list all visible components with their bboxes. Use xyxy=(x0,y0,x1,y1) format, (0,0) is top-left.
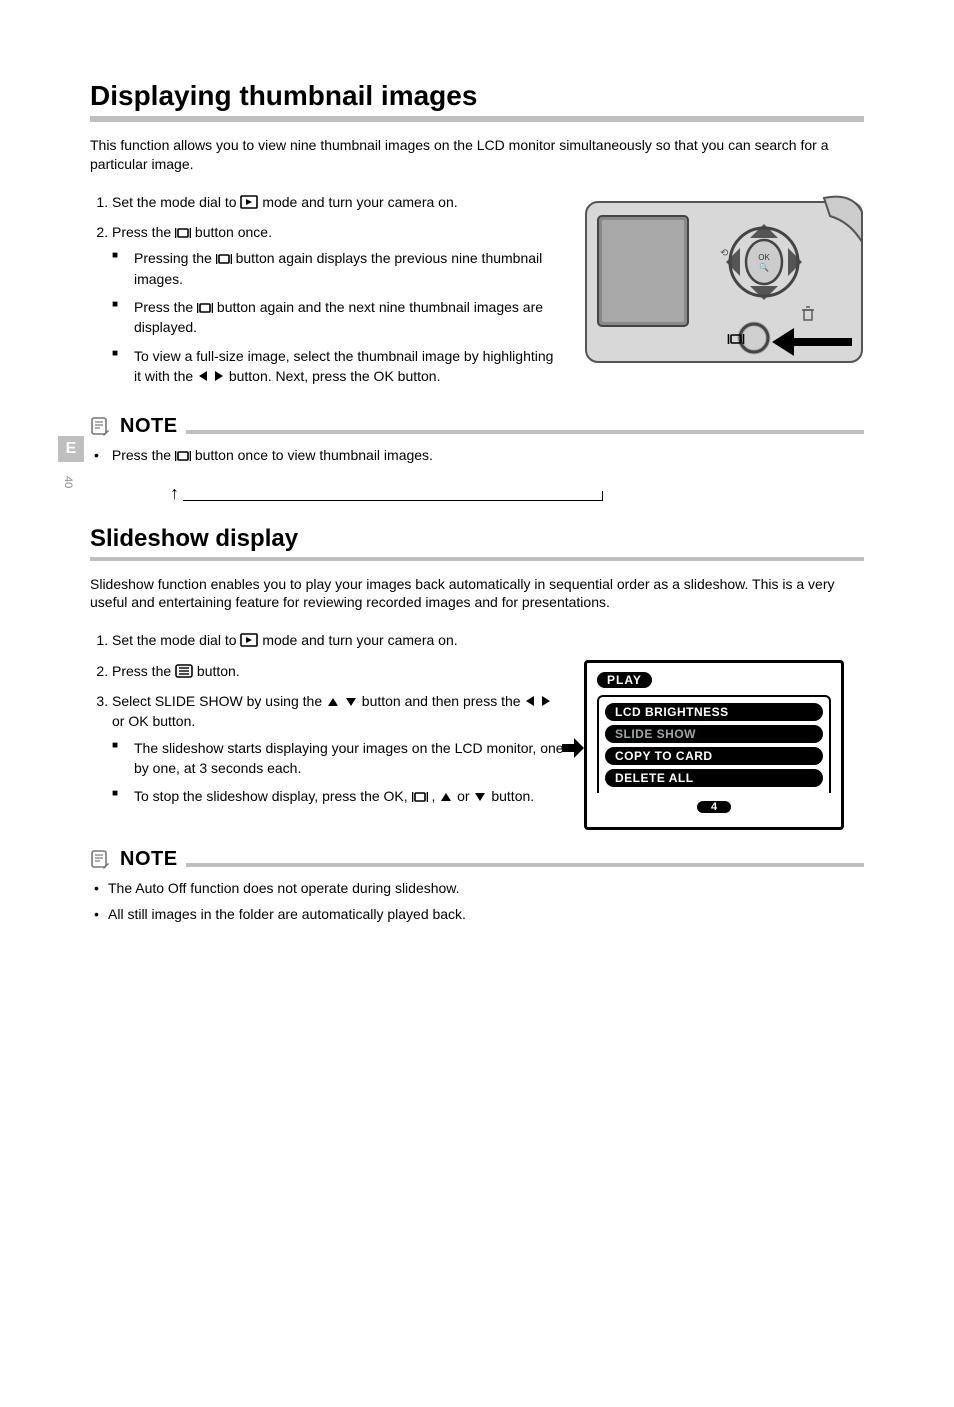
down-arrow-icon xyxy=(473,791,487,803)
note-block-1: NOTE Press the button once to view thumb… xyxy=(90,415,864,507)
svg-text:⟲: ⟲ xyxy=(720,248,729,259)
play-menu-diagram: PLAY LCD BRIGHTNESS SLIDE SHOW COPY TO C… xyxy=(584,660,844,830)
note-2-item-2: All still images in the folder are autom… xyxy=(108,905,864,925)
step-2-sublist: Pressing the button again displays the p… xyxy=(112,248,564,386)
note-label: NOTE xyxy=(120,415,178,438)
menu-title: PLAY xyxy=(597,672,652,688)
note-icon xyxy=(90,849,112,871)
menu-item-lcd-brightness: LCD BRIGHTNESS xyxy=(605,703,823,721)
slide-step-1: Set the mode dial to mode and turn your … xyxy=(112,630,564,650)
ok-label: OK xyxy=(758,253,770,262)
thumbnails-columns: Set the mode dial to mode and turn your … xyxy=(90,192,864,397)
slideshow-columns: Set the mode dial to mode and turn your … xyxy=(90,630,864,830)
right-arrow-icon xyxy=(540,694,552,708)
note-1-item-1: Press the button once to view thumbnail … xyxy=(108,446,864,466)
slide-step-3-sublist: The slideshow starts displaying your ima… xyxy=(112,738,564,807)
slideshow-intro: Slideshow function enables you to play y… xyxy=(90,575,864,613)
step-2: Press the button once. Pressing the butt… xyxy=(112,222,564,386)
page-number: 40 xyxy=(62,476,74,488)
down-arrow-icon xyxy=(344,696,358,708)
thumbnails-steps: Set the mode dial to mode and turn your … xyxy=(90,192,564,386)
slide-step-2: Press the button. xyxy=(112,661,564,681)
thumbnails-intro: This function allows you to view nine th… xyxy=(90,136,864,174)
slideshow-steps: Set the mode dial to mode and turn your … xyxy=(90,630,564,806)
note-rule xyxy=(186,863,864,867)
left-arrow-icon xyxy=(524,694,536,708)
playback-mode-icon xyxy=(240,633,258,647)
menu-item-slide-show: SLIDE SHOW xyxy=(605,725,823,743)
step-2-bullet-3: To view a full-size image, select the th… xyxy=(112,346,564,387)
note-block-2: NOTE The Auto Off function does not oper… xyxy=(90,848,864,924)
display-button-icon xyxy=(197,302,213,314)
step-2-bullet-1: Pressing the button again displays the p… xyxy=(112,248,564,289)
note-rule xyxy=(186,430,864,434)
page: E 40 Displaying thumbnail images This fu… xyxy=(0,0,954,1407)
display-button-icon xyxy=(175,227,191,239)
heading-underline xyxy=(90,557,864,561)
up-arrow-icon xyxy=(439,791,453,803)
step-1: Set the mode dial to mode and turn your … xyxy=(112,192,564,212)
slide-step-3-bullet-2: To stop the slideshow display, press the… xyxy=(112,786,564,806)
language-tab-label: E xyxy=(66,440,77,458)
return-arrow-icon: ↑ xyxy=(170,481,179,506)
menu-button-icon xyxy=(175,664,193,678)
slide-step-3: Select SLIDE SHOW by using the button an… xyxy=(112,691,564,806)
up-arrow-icon xyxy=(326,696,340,708)
heading-underline xyxy=(90,116,864,122)
menu-pointer-arrow-icon xyxy=(562,738,584,758)
display-button-icon xyxy=(412,791,428,803)
playback-mode-icon xyxy=(240,195,258,209)
right-arrow-icon xyxy=(213,369,225,383)
menu-pager: 4 xyxy=(597,797,831,815)
camera-back-diagram: OK 🔍 ⟲ xyxy=(584,192,864,392)
heading-thumbnails: Displaying thumbnail images xyxy=(90,80,864,112)
menu-item-delete-all: DELETE ALL xyxy=(605,769,823,787)
return-line xyxy=(183,491,603,501)
left-arrow-icon xyxy=(197,369,209,383)
step-2-bullet-2: Press the button again and the next nine… xyxy=(112,297,564,338)
note-icon xyxy=(90,416,112,438)
display-button-icon xyxy=(175,450,191,462)
language-tab: E xyxy=(58,436,84,462)
display-button-icon xyxy=(216,253,232,265)
slide-step-3-bullet-1: The slideshow starts displaying your ima… xyxy=(112,738,564,779)
heading-slideshow: Slideshow display xyxy=(90,525,864,553)
note-2-item-1: The Auto Off function does not operate d… xyxy=(108,879,864,899)
note-label: NOTE xyxy=(120,848,178,871)
menu-item-copy-to-card: COPY TO CARD xyxy=(605,747,823,765)
svg-text:🔍: 🔍 xyxy=(759,262,769,272)
